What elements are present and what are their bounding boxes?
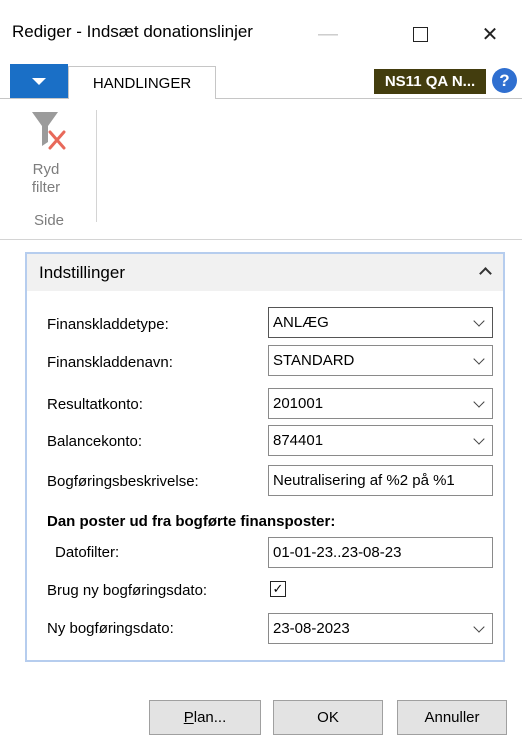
posting-description-input[interactable]: Neutralisering af %2 på %1	[268, 465, 493, 496]
maximize-icon	[412, 26, 428, 42]
help-icon[interactable]: ?	[492, 68, 517, 93]
new-date-label: Ny bogføringsdato:	[47, 620, 174, 637]
result-account-select[interactable]: 201001	[268, 388, 493, 419]
clear-filter-label-line2: filter	[31, 179, 61, 196]
date-filter-label: Datofilter:	[55, 544, 120, 561]
clear-filter-button[interactable]: Ryd filter	[20, 106, 84, 206]
balance-account-select[interactable]: 874401	[268, 425, 493, 456]
ribbon-group-label: Side	[34, 212, 65, 229]
chevron-down-icon	[473, 396, 485, 408]
balance-account-label: Balancekonto:	[47, 433, 143, 450]
checkmark-icon: ✓	[272, 581, 284, 596]
chevron-down-icon	[473, 621, 485, 633]
new-date-value: 23-08-2023	[273, 620, 350, 637]
posting-description-label: Bogføringsbeskrivelse:	[47, 473, 199, 490]
date-filter-value: 01-01-23..23-08-23	[273, 544, 402, 561]
application-menu-button[interactable]	[10, 64, 68, 98]
ok-button[interactable]: OK	[273, 700, 383, 735]
balance-account-value: 874401	[273, 432, 324, 449]
posting-description-value: Neutralisering af %2 på %1	[273, 472, 455, 489]
journal-name-value: STANDARD	[273, 352, 355, 369]
title-bar: Rediger - Indsæt donationslinjer — ✕	[0, 0, 522, 64]
clear-filter-label-line1: Ryd	[32, 161, 60, 178]
date-filter-input[interactable]: 01-01-23..23-08-23	[268, 537, 493, 568]
cancel-button[interactable]: Annuller	[397, 700, 507, 735]
caret-down-icon	[32, 77, 46, 85]
journal-name-select[interactable]: STANDARD	[268, 345, 493, 376]
plan-access-key: P	[183, 709, 194, 726]
panel-title: Indstillinger	[39, 263, 125, 282]
close-button[interactable]: ✕	[468, 12, 512, 56]
new-date-select[interactable]: 23-08-2023	[268, 613, 493, 644]
chevron-down-icon	[473, 315, 485, 327]
panel-header[interactable]: Indstillinger	[27, 254, 503, 291]
maximize-button[interactable]	[398, 12, 442, 56]
journal-type-label: Finanskladdetype:	[47, 316, 169, 333]
plan-label-rest: lan...	[193, 709, 227, 726]
window-title: Rediger - Indsæt donationslinjer	[12, 22, 253, 41]
result-account-value: 201001	[273, 395, 324, 412]
result-account-label: Resultatkonto:	[47, 396, 143, 413]
journal-name-label: Finanskladdenavn:	[47, 354, 173, 371]
clear-filter-label: Ryd filter	[20, 161, 72, 197]
section-heading: Dan poster ud fra bogførte finansposter:	[47, 513, 336, 530]
plan-button[interactable]: Plan...	[149, 700, 261, 735]
journal-type-value: ANLÆG	[273, 314, 329, 331]
chevron-down-icon	[473, 433, 485, 445]
use-new-date-checkbox[interactable]: ✓	[270, 581, 286, 597]
minimize-button[interactable]: —	[306, 12, 350, 56]
ribbon-group-separator	[96, 110, 97, 222]
use-new-date-label: Brug ny bogføringsdato:	[47, 582, 208, 599]
collapse-chevron-icon[interactable]	[479, 267, 492, 280]
chevron-down-icon	[473, 353, 485, 365]
tab-handlinger[interactable]: HANDLINGER	[68, 66, 216, 100]
clear-filter-icon	[32, 112, 66, 150]
company-badge[interactable]: NS11 QA N...	[374, 69, 486, 94]
journal-type-select[interactable]: ANLÆG	[268, 307, 493, 338]
